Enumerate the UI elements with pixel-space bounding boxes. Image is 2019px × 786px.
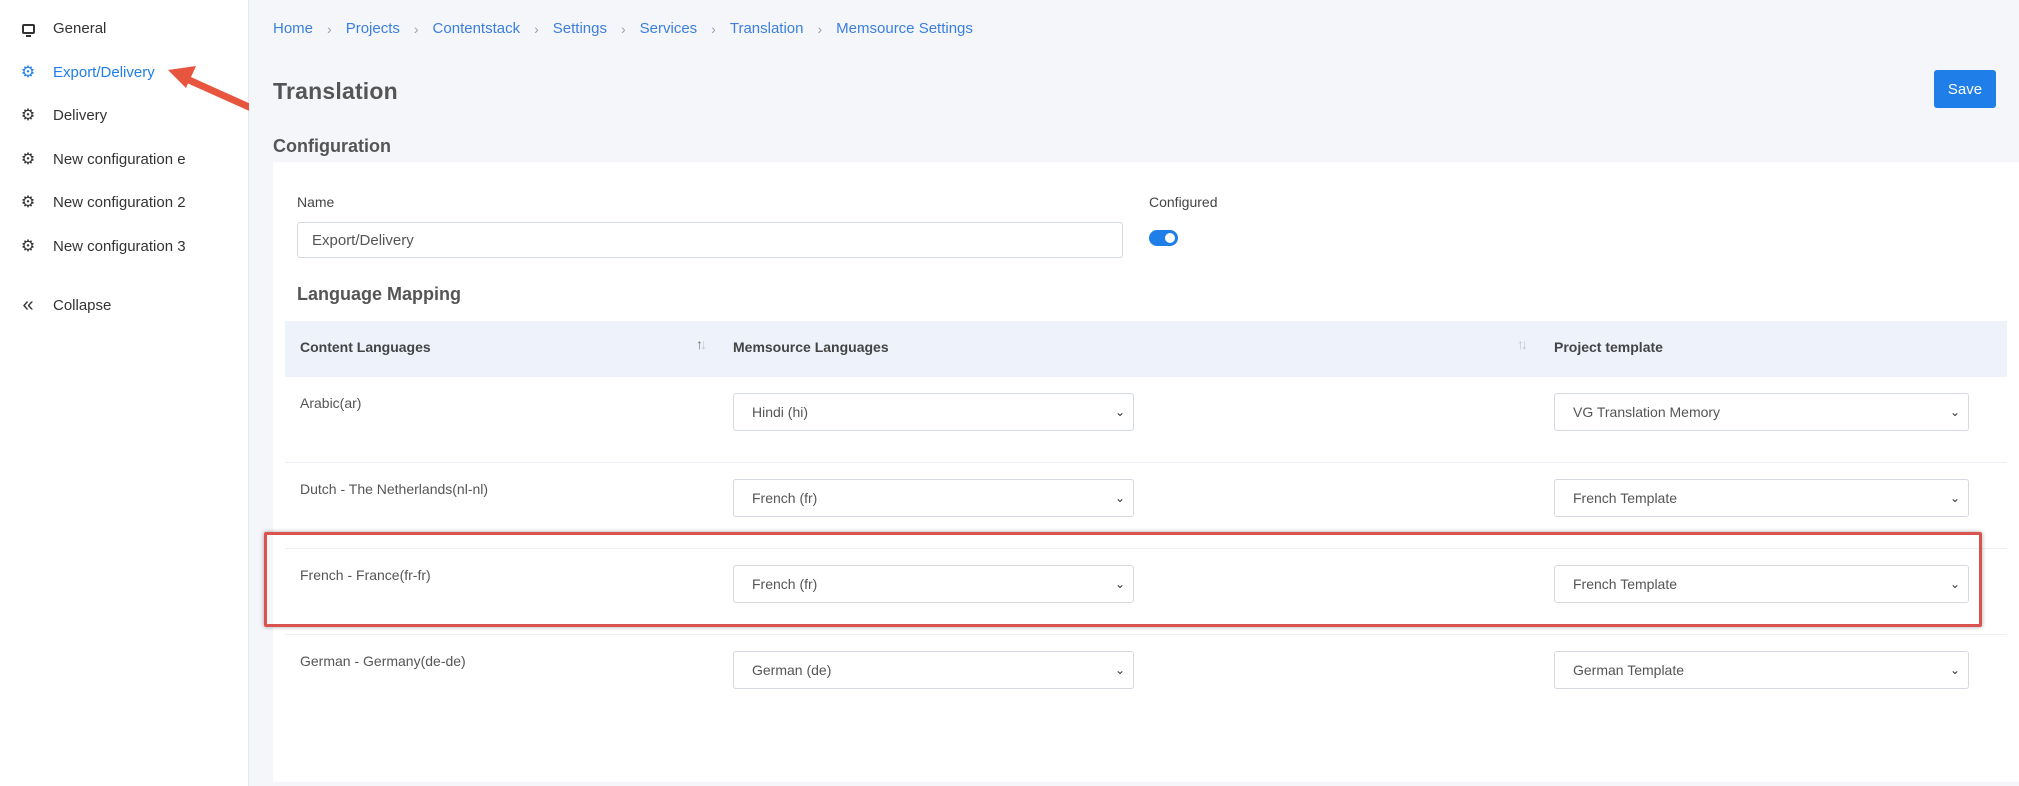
chevron-down-icon: ⌄	[1949, 491, 1960, 505]
content-language-cell: Arabic(ar)	[300, 395, 362, 411]
table-row: Dutch - The Netherlands(nl-nl) French (f…	[285, 463, 2007, 549]
name-input[interactable]	[297, 222, 1123, 258]
content-language-cell: German - Germany(de-de)	[300, 653, 466, 669]
content-language-cell: Dutch - The Netherlands(nl-nl)	[300, 481, 489, 497]
chevron-right-icon: ›	[620, 20, 626, 37]
breadcrumb-services[interactable]: Services	[640, 20, 698, 37]
breadcrumb-projects[interactable]: Projects	[346, 20, 400, 37]
chevron-down-icon: ⌄	[1949, 405, 1960, 419]
sidebar-item-label: New configuration e	[53, 151, 186, 168]
sidebar-item-label: Delivery	[53, 107, 108, 124]
project-template-select[interactable]: French Template ⌄	[1554, 565, 1969, 603]
sidebar-item-new-configuration-e[interactable]: ⚙ New configuration e	[20, 148, 186, 172]
sidebar-item-general[interactable]: General	[20, 17, 106, 41]
project-template-select[interactable]: German Template ⌄	[1554, 651, 1969, 689]
gear-icon: ⚙	[20, 194, 36, 211]
collapse-label: Collapse	[53, 297, 112, 314]
chevron-right-icon: ›	[711, 20, 716, 37]
project-template-select[interactable]: VG Translation Memory ⌄	[1554, 393, 1969, 431]
name-label: Name	[297, 194, 335, 210]
select-value: VG Translation Memory	[1573, 404, 1721, 420]
chevron-right-icon: ›	[817, 20, 823, 37]
sidebar-item-delivery[interactable]: ⚙ Delivery	[20, 104, 107, 128]
configuration-card: Name Configured Language Mapping Content…	[273, 162, 2019, 782]
breadcrumb-contentstack[interactable]: Contentstack	[433, 20, 521, 37]
chevron-down-icon: ⌄	[1949, 663, 1960, 677]
gear-icon: ⚙	[20, 107, 36, 124]
select-value: French (fr)	[752, 490, 818, 506]
page-title: Translation	[273, 78, 398, 104]
configured-label: Configured	[1149, 194, 1218, 210]
sidebar-item-label: New configuration 3	[53, 238, 186, 255]
memsource-language-select[interactable]: German (de) ⌄	[733, 651, 1134, 689]
chevron-down-icon: ⌄	[1114, 577, 1125, 591]
select-value: French Template	[1573, 490, 1678, 506]
breadcrumb-translation[interactable]: Translation	[730, 20, 804, 37]
select-value: Hindi (hi)	[752, 404, 809, 420]
gear-icon: ⚙	[20, 238, 36, 255]
breadcrumb: Home › Projects › Contentstack › Setting…	[273, 20, 973, 37]
table-row: French - France(fr-fr) French (fr) ⌄ Fre…	[285, 549, 2007, 635]
sidebar: General ⚙ Export/Delivery ⚙ Delivery ⚙ N…	[0, 0, 249, 786]
chevron-down-icon: ⌄	[1114, 405, 1125, 419]
column-header-memsource-languages: Memsource Languages	[733, 339, 889, 355]
save-button[interactable]: Save	[1934, 70, 1996, 108]
memsource-language-select[interactable]: French (fr) ⌄	[733, 565, 1134, 603]
sidebar-item-new-configuration-2[interactable]: ⚙ New configuration 2	[20, 191, 186, 215]
table-row: Arabic(ar) Hindi (hi) ⌄ VG Translation M…	[285, 377, 2007, 463]
monitor-icon	[20, 21, 36, 37]
sidebar-item-export-delivery[interactable]: ⚙ Export/Delivery	[20, 61, 155, 85]
content-language-cell: French - France(fr-fr)	[300, 567, 431, 583]
toggle-knob	[1165, 233, 1175, 243]
breadcrumb-memsource-settings[interactable]: Memsource Settings	[836, 20, 973, 37]
sort-icon[interactable]: ↑↓	[696, 336, 707, 352]
language-mapping-title: Language Mapping	[297, 284, 461, 304]
select-value: German Template	[1573, 662, 1685, 678]
table-row: German - Germany(de-de) German (de) ⌄ Ge…	[285, 635, 2007, 720]
select-value: German (de)	[752, 662, 832, 678]
project-template-select[interactable]: French Template ⌄	[1554, 479, 1969, 517]
breadcrumb-settings[interactable]: Settings	[553, 20, 607, 37]
collapse-button[interactable]: « Collapse	[20, 294, 111, 318]
chevron-right-icon: ›	[327, 20, 332, 37]
breadcrumb-home[interactable]: Home	[273, 20, 313, 37]
table-header: Content Languages ↑↓ Memsource Languages…	[285, 321, 2007, 377]
sidebar-item-label: Export/Delivery	[53, 64, 155, 81]
column-header-project-template: Project template	[1554, 339, 1663, 355]
gear-icon: ⚙	[20, 151, 36, 168]
sidebar-item-label: New configuration 2	[53, 194, 186, 211]
select-value: French (fr)	[752, 576, 818, 592]
memsource-language-select[interactable]: Hindi (hi) ⌄	[733, 393, 1134, 431]
double-chevron-left-icon: «	[22, 293, 34, 316]
configured-toggle[interactable]	[1149, 230, 1178, 246]
gear-icon: ⚙	[20, 64, 36, 81]
sidebar-item-label: General	[53, 20, 107, 37]
chevron-down-icon: ⌄	[1949, 577, 1960, 591]
column-header-content-languages: Content Languages	[300, 339, 431, 355]
chevron-right-icon: ›	[534, 20, 539, 37]
main-content: Home › Projects › Contentstack › Setting…	[249, 0, 2019, 786]
chevron-down-icon: ⌄	[1114, 491, 1125, 505]
sort-icon[interactable]: ↑↓	[1517, 336, 1528, 352]
chevron-right-icon: ›	[413, 20, 419, 37]
section-title-configuration: Configuration	[273, 136, 391, 156]
sidebar-item-new-configuration-3[interactable]: ⚙ New configuration 3	[20, 235, 186, 259]
memsource-language-select[interactable]: French (fr) ⌄	[733, 479, 1134, 517]
select-value: French Template	[1573, 576, 1678, 592]
chevron-down-icon: ⌄	[1114, 663, 1125, 677]
